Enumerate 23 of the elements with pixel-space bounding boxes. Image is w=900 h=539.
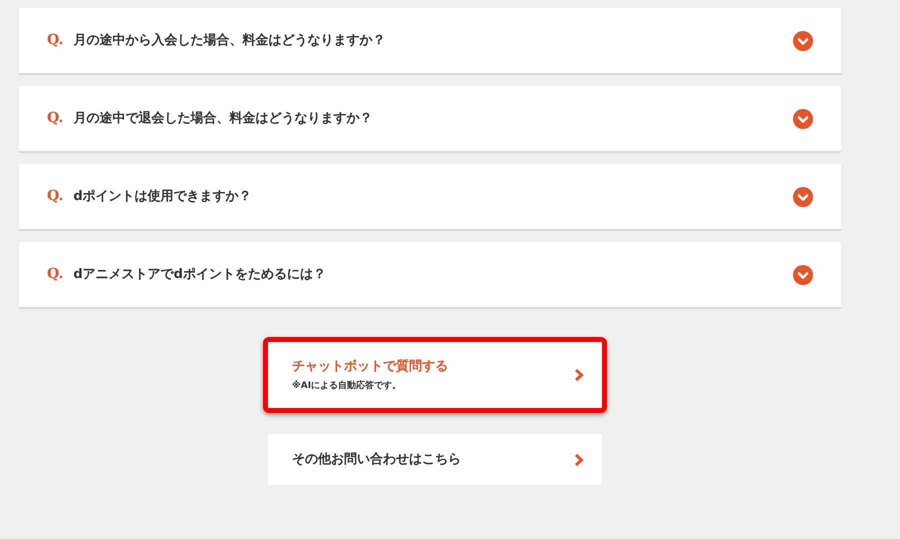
contact-link[interactable]: チャットボットで質問する ※AIによる自動応答です。 bbox=[268, 342, 602, 408]
question-text: dポイントは使用できますか？ bbox=[73, 188, 252, 206]
question-marker: Q. bbox=[47, 31, 64, 50]
chevron-down-icon[interactable] bbox=[793, 264, 813, 284]
chevron-down-icon[interactable] bbox=[793, 108, 813, 128]
faq-item[interactable]: Q. dポイントは使用できますか？ bbox=[19, 164, 841, 231]
question-marker: Q. bbox=[47, 109, 64, 128]
faq-item[interactable]: Q. 月の途中から入会した場合、料金はどうなりますか？ bbox=[19, 8, 841, 75]
question-marker: Q. bbox=[47, 187, 64, 206]
question-marker: Q. bbox=[47, 265, 64, 284]
chevron-right-icon bbox=[574, 452, 584, 466]
chevron-down-icon[interactable] bbox=[793, 30, 813, 50]
link-note: ※AIによる自動応答です。 bbox=[292, 380, 402, 393]
link-title: チャットボットで質問する bbox=[292, 358, 448, 376]
question-text: 月の途中から入会した場合、料金はどうなりますか？ bbox=[73, 32, 386, 50]
chevron-right-icon bbox=[574, 368, 584, 382]
question-text: 月の途中で退会した場合、料金はどうなりますか？ bbox=[73, 110, 372, 128]
link-title: その他お問い合わせはこちら bbox=[292, 450, 461, 469]
faq-item[interactable]: Q. dアニメストアでdポイントをためるには？ bbox=[19, 242, 841, 309]
question-text: dアニメストアでdポイントをためるには？ bbox=[73, 266, 326, 284]
contact-link[interactable]: その他お問い合わせはこちら bbox=[268, 434, 602, 485]
faq-item[interactable]: Q. 月の途中で退会した場合、料金はどうなりますか？ bbox=[19, 86, 841, 153]
chevron-down-icon[interactable] bbox=[793, 186, 813, 206]
